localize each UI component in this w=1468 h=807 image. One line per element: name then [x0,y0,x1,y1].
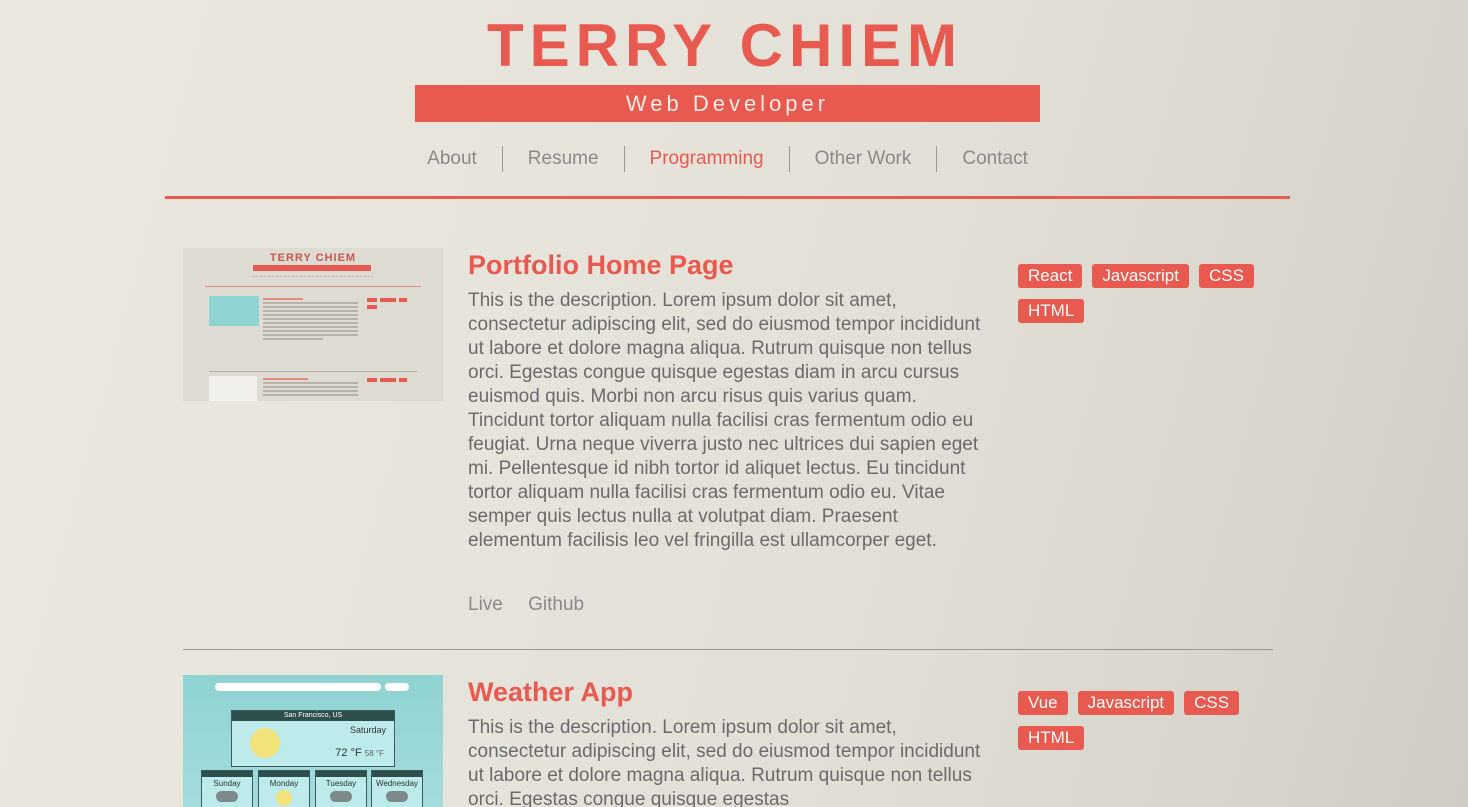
thumbnail-subtitle-bar [253,265,371,271]
tag-css: CSS [1198,264,1254,288]
thumbnail-current-weather: San Francisco, US Saturday 72 °F 58 °F [231,710,395,767]
header-divider [165,196,1290,199]
forecast-day-label: Sunday [213,779,241,788]
thumbnail-text-lines [263,298,358,342]
project-card: TERRY CHIEM Portfolio Home Page This is … [183,248,1273,628]
tag-vue: Vue [1018,691,1068,715]
nav-item-other-work[interactable]: Other Work [788,146,937,172]
thumbnail-divider [209,371,417,372]
tag-css: CSS [1184,691,1240,715]
thumbnail-high: 72 °F [335,747,362,759]
cloud-icon [386,791,408,802]
thumbnail-city: San Francisco, US [232,711,394,721]
project-description: This is the description. Lorem ipsum dol… [468,290,981,551]
thumbnail-tracker-image [209,376,257,401]
project-thumbnail[interactable]: TERRY CHIEM [183,248,443,401]
thumbnail-tag [380,378,396,382]
project-title[interactable]: Portfolio Home Page [468,248,734,282]
thumbnail-tag [399,378,407,382]
thumbnail-title: TERRY CHIEM [269,252,357,264]
thumbnail-tag [367,305,377,309]
site-title: TERRY CHIEM [486,12,964,79]
thumbnail-tag [367,298,377,302]
cloud-icon [216,791,238,802]
thumbnail-search-button [385,683,409,691]
thumbnail-day: Saturday [349,725,386,735]
forecast-day-label: Monday [269,779,299,788]
project-description: This is the description. Lorem ipsum dol… [468,717,981,807]
thumbnail-text-lines [263,378,358,398]
thumbnail-temp: 72 °F 58 °F [335,747,384,759]
project-thumbnail[interactable]: San Francisco, US Saturday 72 °F 58 °F S… [183,675,443,807]
tag-list: React Javascript CSS HTML [1018,264,1268,323]
forecast-day-label: Wednesday [375,779,419,788]
live-link[interactable]: Live [468,594,503,615]
nav-item-programming[interactable]: Programming [623,146,789,172]
nav-item-contact[interactable]: Contact [936,146,1052,172]
project-card: San Francisco, US Saturday 72 °F 58 °F S… [183,675,1273,807]
sun-icon [250,728,280,758]
thumbnail-tag [380,298,396,302]
thumbnail-forecast-day: Sunday [201,770,253,807]
thumbnail-tag [367,378,377,382]
tag-html: HTML [1018,299,1085,323]
main-nav: About Resume Programming Other Work Cont… [0,146,1455,172]
thumbnail-forecast-day: Wednesday [371,770,423,807]
tag-javascript: Javascript [1092,264,1189,288]
nav-item-about[interactable]: About [402,146,502,172]
thumbnail-weather-image [209,296,259,326]
cloud-icon [330,791,352,802]
project-divider [183,649,1273,650]
tag-html: HTML [1018,726,1085,750]
thumbnail-forecast-day: Monday [258,770,310,807]
tag-list: Vue Javascript CSS HTML [1018,691,1268,750]
site-subtitle: Web Developer [415,85,1040,122]
tag-javascript: Javascript [1077,691,1175,715]
tag-react: React [1018,264,1083,288]
github-link[interactable]: Github [528,594,584,615]
project-links: Live Github [468,594,604,616]
thumbnail-low: 58 °F [364,749,384,758]
forecast-day-label: Tuesday [325,779,357,788]
thumbnail-nav [253,276,373,279]
thumbnail-forecast-day: Tuesday [315,770,367,807]
thumbnail-search-bar [215,683,381,691]
thumbnail-rule [205,286,421,287]
project-title[interactable]: Weather App [468,675,633,709]
nav-item-resume[interactable]: Resume [501,146,624,172]
sun-icon [276,790,292,806]
thumbnail-tag [399,298,407,302]
